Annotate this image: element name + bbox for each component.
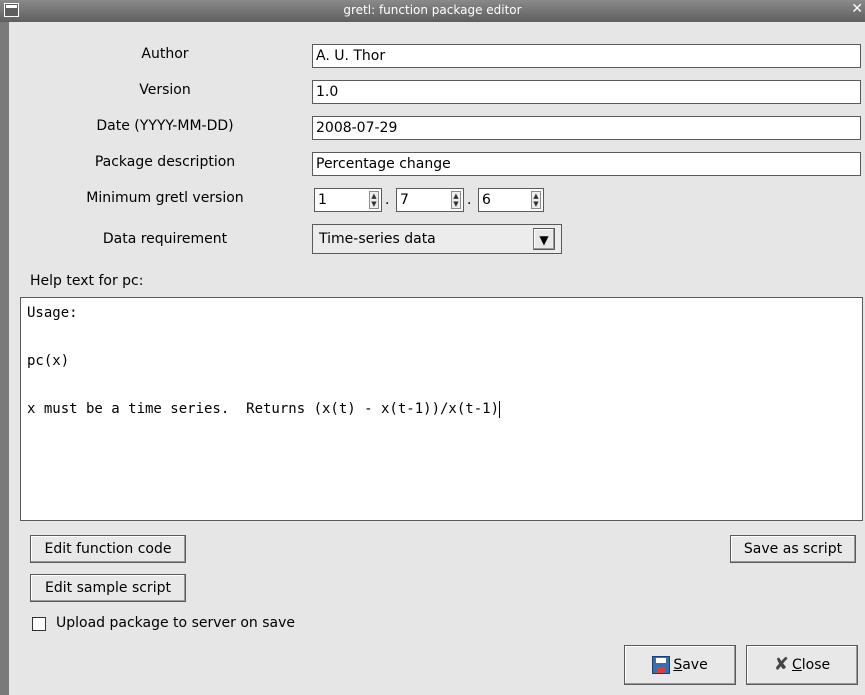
help-text-label: Help text for pc: [30, 273, 144, 289]
edit-sample-script-button[interactable]: Edit sample script [30, 574, 186, 602]
help-text-editor[interactable]: Usage: pc(x) x must be a time series. Re… [20, 297, 863, 521]
close-label: lose [801, 657, 831, 673]
author-field[interactable]: A. U. Thor [312, 44, 861, 68]
upload-checkbox-label[interactable]: Upload package to server on save [56, 615, 295, 631]
window-left-edge [0, 22, 9, 695]
save-mnemonic: S [673, 657, 683, 673]
upload-checkbox[interactable] [32, 617, 46, 631]
version-separator: . [385, 192, 390, 208]
window-close-icon[interactable]: ✕ [851, 1, 863, 17]
close-mnemonic: C [791, 657, 802, 673]
min-version-label: Minimum gretl version [86, 190, 244, 206]
floppy-disk-icon [652, 656, 671, 674]
help-text-line-4: x must be a time series. Returns (x(t) -… [27, 397, 856, 421]
help-text-line: Usage: [27, 305, 78, 321]
version-field[interactable]: 1.0 [312, 80, 861, 104]
description-field[interactable]: Percentage change [312, 152, 861, 176]
date-label: Date (YYYY-MM-DD) [96, 118, 234, 134]
title-bar: gretl: function package editor ✕ [0, 0, 865, 22]
min-version-major-value: 1 [318, 192, 327, 208]
data-requirement-value: Time-series data [319, 231, 436, 247]
help-text-line [27, 373, 856, 397]
data-requirement-select[interactable]: Time-series data ▼ [312, 224, 562, 254]
window-title: gretl: function package editor [343, 3, 522, 17]
text-cursor [499, 400, 501, 418]
spin-arrows-icon[interactable]: ▲ ▼ [531, 191, 541, 209]
dropdown-arrow-icon[interactable]: ▼ [533, 228, 555, 250]
data-requirement-label: Data requirement [102, 231, 228, 247]
save-label: ave [682, 657, 708, 673]
min-version-patch-value: 6 [482, 192, 491, 208]
function-package-editor-window: gretl: function package editor ✕ Author … [0, 0, 865, 695]
min-version-major-spin[interactable]: 1 ▲ ▼ [314, 188, 382, 212]
version-label: Version [139, 82, 191, 98]
min-version-minor-spin[interactable]: 7 ▲ ▼ [396, 188, 464, 212]
help-text-line: pc(x) [27, 353, 70, 369]
help-text-line-4-text: x must be a time series. Returns (x(t) -… [27, 401, 500, 417]
save-button[interactable]: Save [624, 645, 736, 685]
close-button[interactable]: ✘ Close [746, 645, 858, 685]
close-x-icon: ✘ [773, 654, 789, 675]
help-text-line [27, 325, 856, 349]
spin-arrows-icon[interactable]: ▲ ▼ [369, 191, 379, 209]
date-field[interactable]: 2008-07-29 [312, 116, 861, 140]
author-label: Author [141, 46, 189, 62]
save-as-script-button[interactable]: Save as script [730, 535, 856, 563]
min-version-patch-spin[interactable]: 6 ▲ ▼ [478, 188, 544, 212]
min-version-minor-value: 7 [400, 192, 409, 208]
description-label: Package description [94, 154, 236, 170]
edit-function-code-button[interactable]: Edit function code [30, 535, 186, 563]
spin-arrows-icon[interactable]: ▲ ▼ [451, 191, 461, 209]
version-separator: . [467, 192, 472, 208]
